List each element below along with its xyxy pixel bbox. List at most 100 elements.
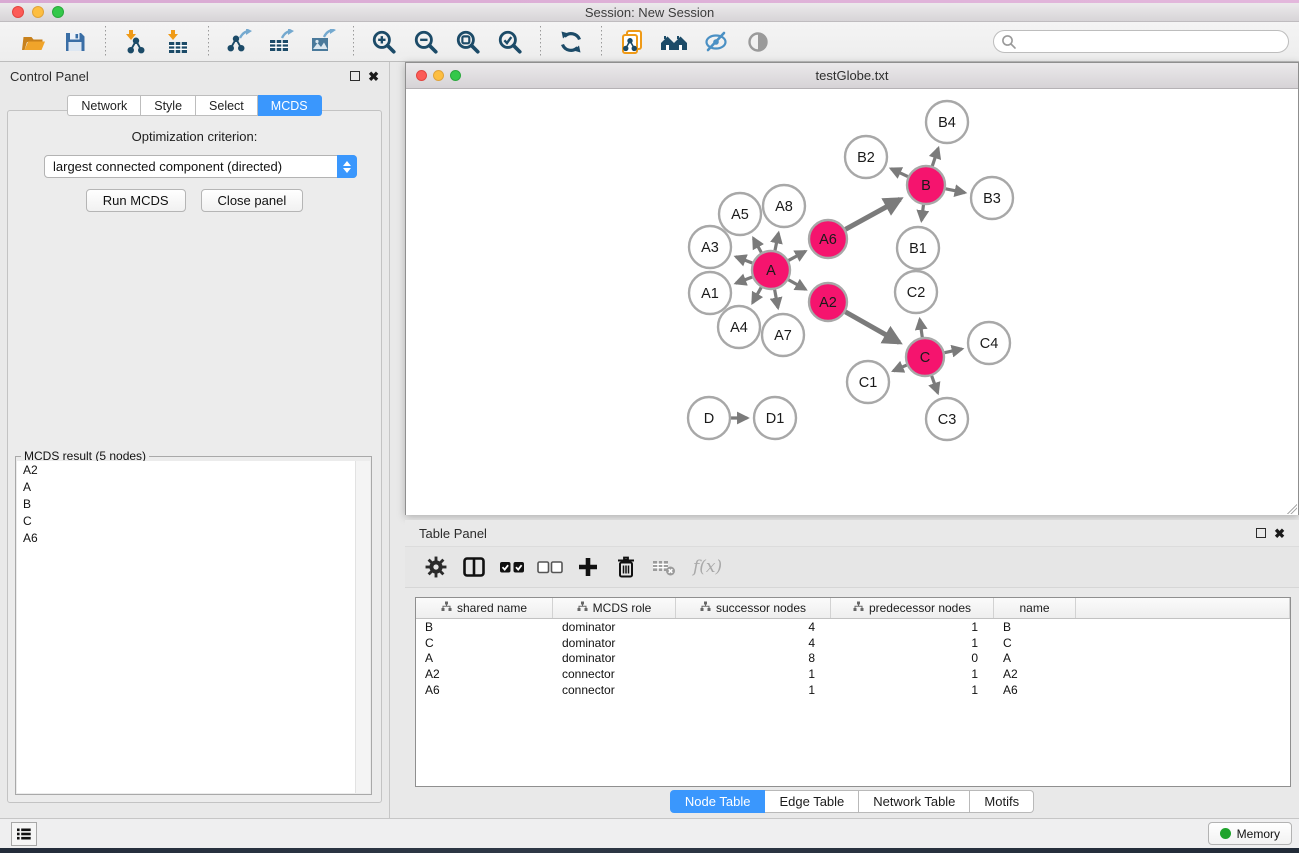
edge-A-A4[interactable]	[753, 287, 762, 302]
node-A8[interactable]: A8	[763, 185, 805, 227]
tab-node-table[interactable]: Node Table	[670, 790, 766, 813]
task-history-button[interactable]	[11, 822, 37, 846]
cell-shared-name[interactable]: B	[416, 620, 553, 634]
zoom-fit-button[interactable]	[450, 26, 486, 58]
deselect-all-button[interactable]	[533, 552, 567, 582]
edge-A-A7[interactable]	[775, 290, 778, 308]
network-canvas[interactable]: B4B2BB3A5A8A6A3B1AA1C2A2A4A7C4CC1C3DD1	[406, 89, 1298, 515]
show-details-button[interactable]	[740, 26, 776, 58]
edge-A6-B[interactable]	[846, 199, 901, 229]
run-mcds-button[interactable]: Run MCDS	[86, 189, 186, 212]
edge-A-A2[interactable]	[788, 280, 805, 290]
cell-shared-name[interactable]: A	[416, 651, 553, 665]
node-B3[interactable]: B3	[971, 177, 1013, 219]
node-C1[interactable]: C1	[847, 361, 889, 403]
result-item[interactable]: A2	[17, 461, 355, 478]
float-panel-icon[interactable]	[350, 71, 360, 81]
delete-row-button[interactable]	[609, 552, 643, 582]
save-session-button[interactable]	[57, 26, 93, 58]
titlebar[interactable]: Session: New Session	[0, 3, 1299, 22]
edge-C-C4[interactable]	[945, 349, 962, 353]
cell-successor-nodes[interactable]: 8	[676, 651, 831, 665]
node-A6[interactable]: A6	[809, 220, 847, 258]
import-network-button[interactable]	[118, 26, 154, 58]
result-scrollbar[interactable]	[355, 461, 370, 793]
tab-edge-table[interactable]: Edge Table	[765, 790, 859, 813]
edge-A2-C[interactable]	[845, 312, 899, 343]
search-input[interactable]	[993, 30, 1289, 53]
edge-A-A3[interactable]	[736, 257, 752, 263]
cell-successor-nodes[interactable]: 1	[676, 683, 831, 697]
node-D[interactable]: D	[688, 397, 730, 439]
cell-MCDS-role[interactable]: connector	[553, 667, 676, 681]
edge-B-B2[interactable]	[891, 169, 908, 177]
zoom-selected-button[interactable]	[492, 26, 528, 58]
table-row[interactable]: A6connector11A6	[416, 682, 1290, 698]
close-table-panel-icon[interactable]: ✖	[1274, 527, 1285, 540]
cell-MCDS-role[interactable]: dominator	[553, 620, 676, 634]
cell-name[interactable]: B	[994, 620, 1076, 634]
cell-shared-name[interactable]: C	[416, 636, 553, 650]
network-window-titlebar[interactable]: testGlobe.txt	[406, 63, 1298, 89]
cell-name[interactable]: C	[994, 636, 1076, 650]
apply-layout-button[interactable]	[553, 26, 589, 58]
export-network-button[interactable]	[221, 26, 257, 58]
settings-button[interactable]	[419, 552, 453, 582]
node-A3[interactable]: A3	[689, 226, 731, 268]
table-row[interactable]: Cdominator41C	[416, 635, 1290, 651]
node-A5[interactable]: A5	[719, 193, 761, 235]
cell-MCDS-role[interactable]: dominator	[553, 636, 676, 650]
tab-network-table[interactable]: Network Table	[859, 790, 970, 813]
network-from-clipboard-button[interactable]	[614, 26, 650, 58]
column-header-successor-nodes[interactable]: successor nodes	[676, 598, 831, 618]
mcds-result-list[interactable]: A2ABCA6	[17, 461, 355, 793]
split-view-button[interactable]	[457, 552, 491, 582]
result-item[interactable]: C	[17, 512, 355, 529]
node-C[interactable]: C	[906, 338, 944, 376]
cell-name[interactable]: A6	[994, 683, 1076, 697]
memory-button[interactable]: Memory	[1208, 822, 1292, 845]
cell-predecessor-nodes[interactable]: 1	[831, 667, 994, 681]
float-table-panel-icon[interactable]	[1256, 528, 1266, 538]
edge-C-C1[interactable]	[893, 365, 906, 371]
cell-predecessor-nodes[interactable]: 0	[831, 651, 994, 665]
edge-A-A8[interactable]	[775, 233, 779, 250]
cell-name[interactable]: A	[994, 651, 1076, 665]
result-item[interactable]: A	[17, 478, 355, 495]
table-row[interactable]: Adominator80A	[416, 651, 1290, 667]
close-panel-button[interactable]: Close panel	[201, 189, 304, 212]
resize-grip[interactable]	[1285, 502, 1297, 514]
cell-MCDS-role[interactable]: dominator	[553, 651, 676, 665]
node-A7[interactable]: A7	[762, 314, 804, 356]
node-A2[interactable]: A2	[809, 283, 847, 321]
node-A1[interactable]: A1	[689, 272, 731, 314]
node-D1[interactable]: D1	[754, 397, 796, 439]
tab-mcds[interactable]: MCDS	[258, 95, 322, 116]
tab-network[interactable]: Network	[67, 95, 141, 116]
cell-predecessor-nodes[interactable]: 1	[831, 683, 994, 697]
zoom-out-button[interactable]	[408, 26, 444, 58]
close-panel-icon[interactable]: ✖	[368, 70, 379, 83]
toggle-annotations-button[interactable]	[698, 26, 734, 58]
edge-B-B4[interactable]	[932, 148, 938, 166]
column-header-shared-name[interactable]: shared name	[416, 598, 553, 618]
export-image-button[interactable]	[305, 26, 341, 58]
node-B[interactable]: B	[907, 166, 945, 204]
result-item[interactable]: A6	[17, 529, 355, 546]
result-item[interactable]: B	[17, 495, 355, 512]
column-header-name[interactable]: name	[994, 598, 1076, 618]
tab-select[interactable]: Select	[196, 95, 258, 116]
node-C4[interactable]: C4	[968, 322, 1010, 364]
cell-predecessor-nodes[interactable]: 1	[831, 620, 994, 634]
node-B1[interactable]: B1	[897, 227, 939, 269]
table-row[interactable]: A2connector11A2	[416, 666, 1290, 682]
tab-motifs[interactable]: Motifs	[970, 790, 1034, 813]
edge-A-A6[interactable]	[789, 251, 806, 260]
cell-successor-nodes[interactable]: 4	[676, 620, 831, 634]
cell-shared-name[interactable]: A6	[416, 683, 553, 697]
tab-style[interactable]: Style	[141, 95, 196, 116]
cell-shared-name[interactable]: A2	[416, 667, 553, 681]
node-B2[interactable]: B2	[845, 136, 887, 178]
cell-name[interactable]: A2	[994, 667, 1076, 681]
cell-MCDS-role[interactable]: connector	[553, 683, 676, 697]
